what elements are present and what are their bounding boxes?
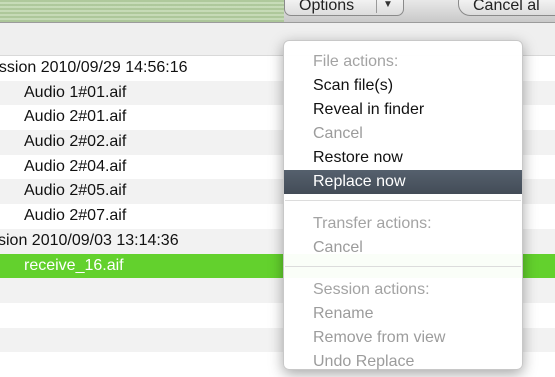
- menu-item-scan-files[interactable]: Scan file(s): [284, 74, 522, 98]
- session-row-label: ssion 2010/09/03 13:14:36: [0, 231, 179, 249]
- chevron-down-icon[interactable]: ▼: [376, 0, 399, 13]
- options-menu[interactable]: File actions: Scan file(s) Reveal in fin…: [283, 40, 523, 370]
- menu-item-reveal-in-finder[interactable]: Reveal in finder: [284, 98, 522, 122]
- menu-header-session-actions: Session actions:: [313, 281, 430, 298]
- menu-separator: [285, 200, 521, 201]
- toolbar: Options ▼ Cancel al: [0, 0, 555, 23]
- progress-stripes: [0, 0, 284, 22]
- menu-separator: [285, 266, 521, 267]
- menu-item-undo-replace[interactable]: Undo Replace: [284, 350, 522, 374]
- menu-item-replace-now[interactable]: Replace now: [284, 170, 522, 194]
- session-row-label: ession 2010/09/29 14:56:16: [0, 59, 188, 76]
- menu-header-transfer-actions: Transfer actions:: [313, 215, 432, 232]
- cancel-all-button-label: Cancel al: [473, 0, 540, 14]
- menu-item-transfer-cancel[interactable]: Cancel: [284, 236, 522, 260]
- menu-item-restore-now[interactable]: Restore now: [284, 146, 522, 170]
- menu-item-file-cancel[interactable]: Cancel: [284, 122, 522, 146]
- options-button-label: Options: [299, 0, 355, 14]
- menu-item-remove-from-view[interactable]: Remove from view: [284, 326, 522, 350]
- options-button[interactable]: Options ▼: [284, 0, 404, 16]
- menu-header-file-actions: File actions:: [313, 53, 399, 70]
- cancel-all-button[interactable]: Cancel al: [458, 0, 555, 16]
- menu-item-rename[interactable]: Rename: [284, 302, 522, 326]
